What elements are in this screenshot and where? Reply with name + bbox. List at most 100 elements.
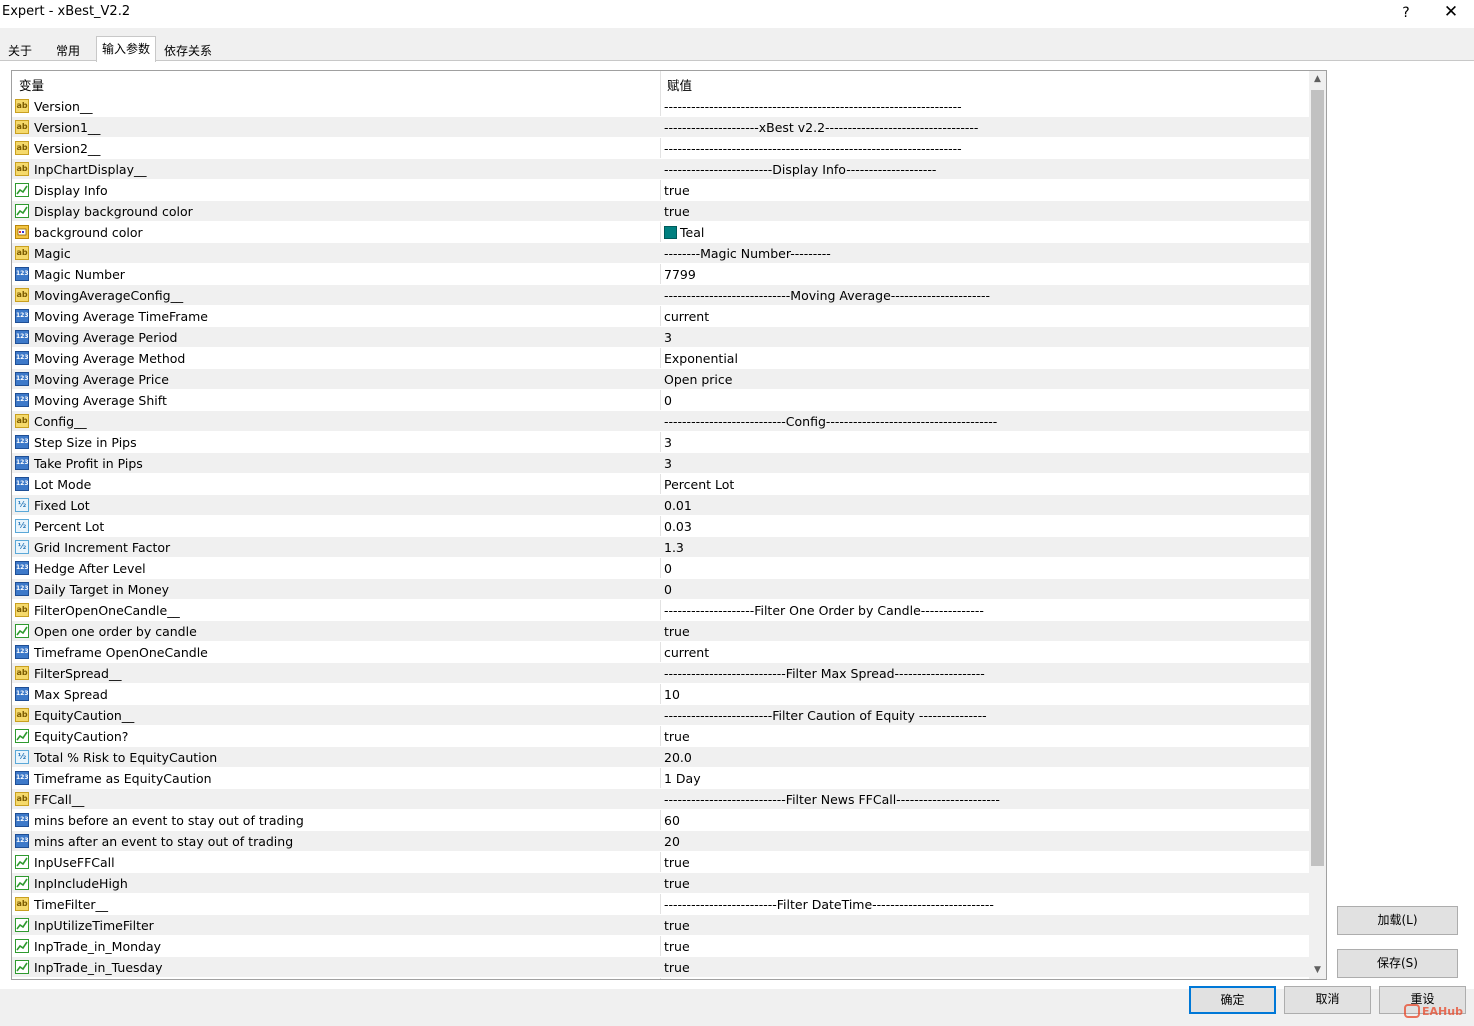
parameter-row[interactable]: ab EquityCaution__ -----------------------… <box>12 705 1310 726</box>
parameter-row[interactable]: ab Version1__ ---------------------xBest v… <box>12 117 1310 138</box>
parameter-value[interactable]: true <box>664 939 690 954</box>
parameter-row[interactable]: ab Version2__ ----------------------------… <box>12 138 1310 159</box>
parameter-row[interactable]: ½ Total % Risk to EquityCaution 20.0 <box>12 747 1310 768</box>
parameter-row[interactable]: 123 Timeframe as EquityCaution 1 Day <box>12 768 1310 789</box>
parameter-value[interactable]: Percent Lot <box>664 477 734 492</box>
parameter-row[interactable]: 123 mins before an event to stay out of t… <box>12 810 1310 831</box>
parameter-row[interactable]: InpTrade_in_Tuesday true <box>12 957 1310 978</box>
parameter-value[interactable]: 1.3 <box>664 540 684 555</box>
tab-about[interactable]: 关于 <box>2 39 38 61</box>
parameter-row[interactable]: ab Version__ -----------------------------… <box>12 96 1310 117</box>
parameter-value[interactable]: 0 <box>664 393 672 408</box>
parameter-value[interactable]: 3 <box>664 330 672 345</box>
parameter-row[interactable]: ab FilterSpread__ ------------------------… <box>12 663 1310 684</box>
vertical-scrollbar[interactable]: ▲ ▼ <box>1309 71 1326 979</box>
parameter-row[interactable]: InpTrade_in_Monday true <box>12 936 1310 957</box>
parameter-row[interactable]: 123 Moving Average TimeFrame current <box>12 306 1310 327</box>
parameter-row[interactable]: ½ Fixed Lot 0.01 <box>12 495 1310 516</box>
parameter-row[interactable]: 123 Take Profit in Pips 3 <box>12 453 1310 474</box>
parameter-value[interactable]: 1 Day <box>664 771 701 786</box>
parameter-value[interactable]: --------------------Filter One Order by … <box>664 603 984 618</box>
parameter-value[interactable]: Open price <box>664 372 732 387</box>
tab-common[interactable]: 常用 <box>50 39 86 61</box>
parameter-row[interactable]: 123 Timeframe OpenOneCandle current <box>12 642 1310 663</box>
parameter-value[interactable]: true <box>664 960 690 975</box>
scroll-down-arrow-icon[interactable]: ▼ <box>1309 962 1326 979</box>
parameter-row[interactable]: InpIncludeHigh true <box>12 873 1310 894</box>
parameter-value[interactable]: Exponential <box>664 351 738 366</box>
parameter-row[interactable]: ab InpChartDisplay__ ---------------------… <box>12 159 1310 180</box>
tab-inputs[interactable]: 输入参数 <box>96 36 157 62</box>
parameter-value[interactable]: 0 <box>664 582 672 597</box>
parameter-row[interactable]: background color Teal <box>12 222 1310 243</box>
column-header-variable[interactable]: 变量 <box>19 75 44 94</box>
parameter-value[interactable]: -------------------------Filter DateTime… <box>664 897 994 912</box>
parameter-value[interactable]: true <box>664 183 690 198</box>
parameter-value[interactable]: true <box>664 624 690 639</box>
close-button[interactable]: ✕ <box>1438 0 1464 24</box>
parameter-row[interactable]: ab FFCall__ ---------------------------Fil… <box>12 789 1310 810</box>
parameter-value[interactable]: --------Magic Number--------- <box>664 246 831 261</box>
parameter-value[interactable]: ------------------------Filter Caution o… <box>664 708 987 723</box>
parameter-row[interactable]: 123 Daily Target in Money 0 <box>12 579 1310 600</box>
parameter-value[interactable]: ---------------------xBest v2.2---------… <box>664 120 978 135</box>
parameter-value[interactable]: 0.03 <box>664 519 692 534</box>
parameter-value[interactable]: true <box>664 729 690 744</box>
parameter-value[interactable]: ---------------------------Filter Max Sp… <box>664 666 985 681</box>
parameter-value[interactable]: true <box>664 204 690 219</box>
parameter-value[interactable]: ----------------------------Moving Avera… <box>664 288 990 303</box>
parameter-value[interactable]: current <box>664 645 709 660</box>
parameter-value[interactable]: ----------------------------------------… <box>664 141 962 156</box>
parameter-row[interactable]: ½ Percent Lot 0.03 <box>12 516 1310 537</box>
parameter-value[interactable]: true <box>664 855 690 870</box>
parameter-row[interactable]: 123 mins after an event to stay out of tr… <box>12 831 1310 852</box>
parameter-row[interactable]: InpUseFFCall true <box>12 852 1310 873</box>
parameter-row[interactable]: ab TimeFilter__ -------------------------F… <box>12 894 1310 915</box>
parameter-value[interactable]: true <box>664 876 690 891</box>
parameter-row[interactable]: EquityCaution? true <box>12 726 1310 747</box>
parameter-value[interactable]: 3 <box>664 456 672 471</box>
parameter-row[interactable]: ½ Grid Increment Factor 1.3 <box>12 537 1310 558</box>
parameter-value[interactable]: 7799 <box>664 267 696 282</box>
parameter-value[interactable]: ------------------------Display Info----… <box>664 162 936 177</box>
save-button[interactable]: 保存(S) <box>1337 949 1458 978</box>
parameter-row[interactable]: 123 Step Size in Pips 3 <box>12 432 1310 453</box>
parameter-row[interactable]: 123 Max Spread 10 <box>12 684 1310 705</box>
parameter-row[interactable]: 123 Lot Mode Percent Lot <box>12 474 1310 495</box>
parameter-value[interactable]: 0 <box>664 561 672 576</box>
parameter-row[interactable]: ab FilterOpenOneCandle__ -----------------… <box>12 600 1310 621</box>
parameter-value[interactable]: 3 <box>664 435 672 450</box>
parameter-row[interactable]: ab Config__ ---------------------------Con… <box>12 411 1310 432</box>
parameter-value[interactable]: 20.0 <box>664 750 692 765</box>
scroll-up-arrow-icon[interactable]: ▲ <box>1309 71 1326 88</box>
parameter-value[interactable]: 10 <box>664 687 680 702</box>
parameter-value[interactable]: current <box>664 309 709 324</box>
parameter-row[interactable]: Display Info true <box>12 180 1310 201</box>
parameter-row[interactable]: 123 Hedge After Level 0 <box>12 558 1310 579</box>
parameter-value[interactable]: 0.01 <box>664 498 692 513</box>
tab-dependencies[interactable]: 依存关系 <box>158 39 218 61</box>
parameter-value[interactable]: true <box>664 918 690 933</box>
parameter-value[interactable]: 20 <box>664 834 680 849</box>
parameter-row[interactable]: ab MovingAverageConfig__ -----------------… <box>12 285 1310 306</box>
ok-button[interactable]: 确定 <box>1189 986 1276 1014</box>
parameter-row[interactable]: Open one order by candle true <box>12 621 1310 642</box>
column-header-value[interactable]: 赋值 <box>667 75 692 94</box>
parameter-value[interactable]: ---------------------------Filter News F… <box>664 792 1000 807</box>
parameter-row[interactable]: Display background color true <box>12 201 1310 222</box>
cancel-button[interactable]: 取消 <box>1284 986 1371 1014</box>
parameter-value[interactable]: ----------------------------------------… <box>664 99 962 114</box>
parameter-value[interactable]: Teal <box>664 225 704 240</box>
parameter-row[interactable]: 123 Magic Number 7799 <box>12 264 1310 285</box>
load-button[interactable]: 加载(L) <box>1337 906 1458 935</box>
parameter-row[interactable]: ab Magic --------Magic Number--------- <box>12 243 1310 264</box>
scroll-thumb[interactable] <box>1311 90 1324 866</box>
parameter-value[interactable]: 60 <box>664 813 680 828</box>
parameter-row[interactable]: 123 Moving Average Method Exponential <box>12 348 1310 369</box>
help-button[interactable]: ? <box>1394 2 1418 24</box>
parameter-row[interactable]: 123 Moving Average Period 3 <box>12 327 1310 348</box>
parameter-row[interactable]: InpUtilizeTimeFilter true <box>12 915 1310 936</box>
parameter-row[interactable]: 123 Moving Average Price Open price <box>12 369 1310 390</box>
parameter-row[interactable]: 123 Moving Average Shift 0 <box>12 390 1310 411</box>
parameter-value[interactable]: ---------------------------Config-------… <box>664 414 997 429</box>
